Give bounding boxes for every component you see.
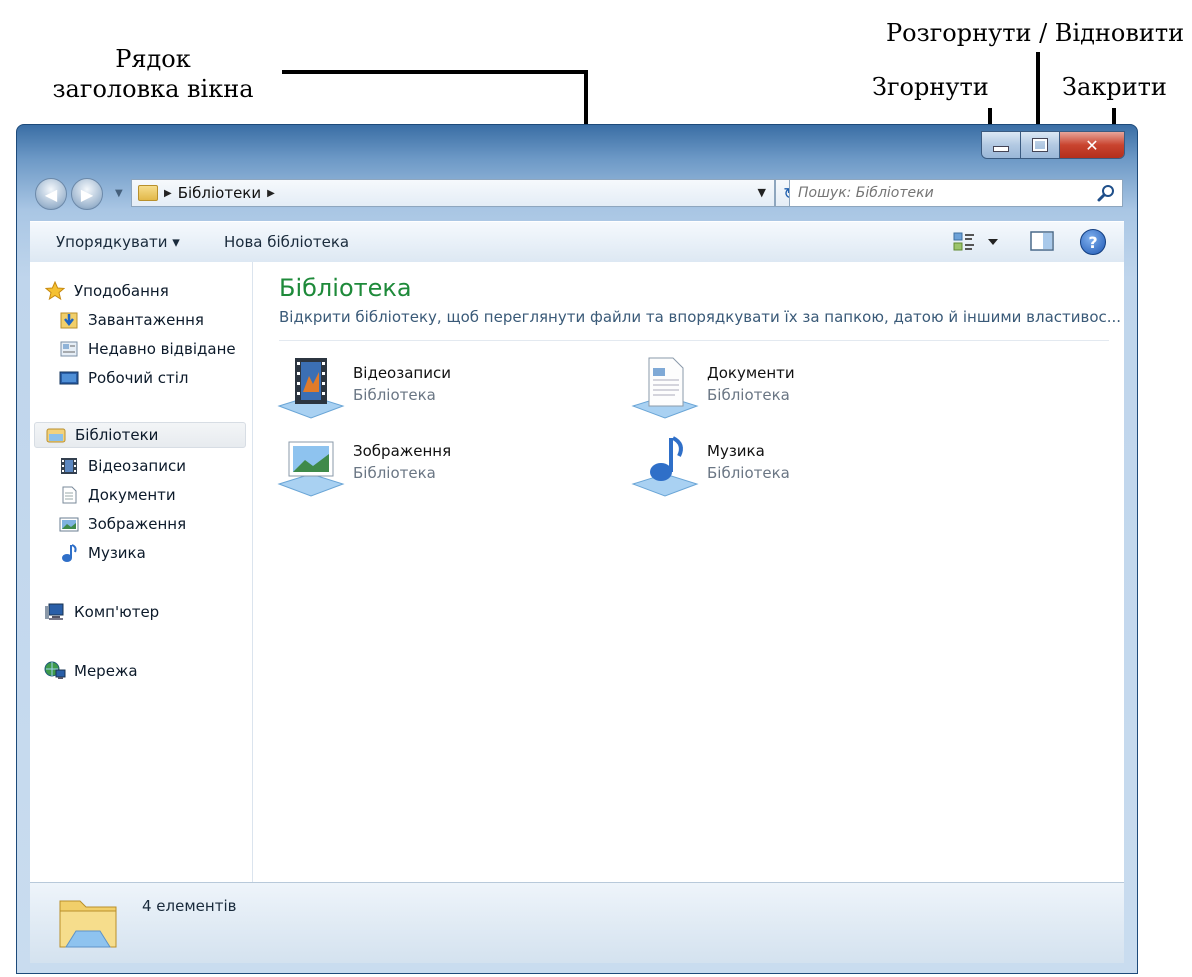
title-bar[interactable]: ✕ <box>17 125 1137 167</box>
library-item-name: Музика <box>707 442 765 460</box>
organize-label: Упорядкувати <box>56 233 168 251</box>
downloads-icon <box>58 310 80 330</box>
library-item-name: Документи <box>707 364 795 382</box>
sidebar-item-label: Бібліотеки <box>75 426 159 444</box>
sidebar-item-label: Комп'ютер <box>74 603 160 621</box>
help-icon: ? <box>1088 232 1098 252</box>
sidebar-item-downloads[interactable]: Завантаження <box>58 307 204 333</box>
sidebar-item-label: Музика <box>88 544 146 562</box>
preview-pane-icon[interactable] <box>1030 230 1054 252</box>
sidebar-item-computer[interactable]: Комп'ютер <box>44 599 159 625</box>
computer-icon <box>44 602 66 622</box>
music-icon <box>58 543 80 563</box>
sidebar-item-label: Уподобання <box>74 282 169 300</box>
sidebar-item-documents[interactable]: Документи <box>58 482 176 508</box>
library-item-documents[interactable]: Документи Бібліотека <box>631 354 951 424</box>
documents-icon <box>58 485 80 505</box>
leader-line-title-h <box>282 70 588 74</box>
sidebar-item-label: Завантаження <box>88 311 204 329</box>
chevron-down-icon: ▾ <box>172 233 180 251</box>
page-title: Бібліотека <box>279 274 412 302</box>
item-count: 4 елементів <box>142 897 237 915</box>
sidebar-item-network[interactable]: Мережа <box>44 658 138 684</box>
library-item-name: Зображення <box>353 442 452 460</box>
sidebar-item-label: Недавно відвідане <box>88 340 236 358</box>
sidebar-item-videos[interactable]: Відеозаписи <box>58 453 186 479</box>
details-pane: 4 елементів <box>30 882 1124 963</box>
breadcrumb-chevron-icon[interactable]: ▶ <box>267 188 275 199</box>
videos-icon <box>58 456 80 476</box>
close-button[interactable]: ✕ <box>1060 132 1124 158</box>
new-library-button[interactable]: Нова бібліотека <box>224 233 349 251</box>
address-bar[interactable]: ▶ Бібліотеки ▶ ▼ <box>131 179 775 207</box>
documents-library-icon <box>631 357 699 419</box>
forward-arrow-icon: ▶ <box>80 184 94 204</box>
caption-buttons: ✕ <box>981 131 1125 159</box>
network-icon <box>44 661 66 681</box>
recent-places-icon <box>58 339 80 359</box>
divider <box>279 340 1109 341</box>
explorer-window: ✕ ◀ ▶ ▼ ▶ Бібліотеки ▶ ▼ ↻ Упорядкувати … <box>16 124 1138 974</box>
address-dropdown-icon[interactable]: ▼ <box>758 186 766 199</box>
back-arrow-icon: ◀ <box>44 184 58 204</box>
breadcrumb-chevron-icon[interactable]: ▶ <box>164 188 172 199</box>
sidebar-item-label: Зображення <box>88 515 187 533</box>
sidebar-item-label: Документи <box>88 486 176 504</box>
pictures-library-icon <box>277 441 345 497</box>
forward-button[interactable]: ▶ <box>71 178 103 210</box>
library-item-type: Бібліотека <box>707 386 790 404</box>
back-button[interactable]: ◀ <box>35 178 67 210</box>
library-item-name: Відеозаписи <box>353 364 451 382</box>
change-view-icon[interactable] <box>952 230 1002 254</box>
annotation-close: Закрити <box>1062 73 1167 101</box>
sidebar-item-label: Відеозаписи <box>88 457 186 475</box>
sidebar-item-favorites[interactable]: Уподобання <box>44 278 169 304</box>
sidebar-item-desktop[interactable]: Робочий стіл <box>58 365 189 391</box>
navigation-bar: ◀ ▶ ▼ ▶ Бібліотеки ▶ ▼ ↻ <box>31 175 1123 211</box>
close-icon: ✕ <box>1085 135 1099 155</box>
library-item-type: Бібліотека <box>353 386 436 404</box>
search-icon[interactable] <box>1096 183 1116 203</box>
content-pane: Бібліотека Відкрити бібліотеку, щоб пере… <box>253 262 1124 882</box>
breadcrumb-libraries[interactable]: Бібліотеки <box>178 184 261 202</box>
libraries-folder-icon <box>138 185 158 201</box>
leader-line-title-v <box>584 70 588 130</box>
library-item-music[interactable]: Музика Бібліотека <box>631 432 951 502</box>
star-icon <box>44 281 66 301</box>
navigation-pane: Уподобання Завантаження Недавно відвідан… <box>30 262 253 882</box>
music-library-icon <box>631 436 699 497</box>
search-box[interactable] <box>789 179 1123 207</box>
videos-library-icon <box>277 358 345 419</box>
library-item-type: Бібліотека <box>707 464 790 482</box>
library-item-videos[interactable]: Відеозаписи Бібліотека <box>277 354 597 424</box>
page-description: Відкрити бібліотеку, щоб переглянути фай… <box>279 308 1122 326</box>
library-item-pictures[interactable]: Зображення Бібліотека <box>277 432 597 502</box>
library-item-type: Бібліотека <box>353 464 436 482</box>
annotation-maximize-restore: Розгорнути / Відновити <box>886 19 1185 47</box>
minimize-icon <box>993 146 1009 152</box>
maximize-restore-button[interactable] <box>1021 132 1060 158</box>
help-button[interactable]: ? <box>1080 229 1106 255</box>
sidebar-item-label: Мережа <box>74 662 138 680</box>
desktop-icon <box>58 368 80 388</box>
annotation-minimize: Згорнути <box>872 73 989 101</box>
sidebar-item-recent-places[interactable]: Недавно відвідане <box>58 336 236 362</box>
libraries-icon <box>45 425 67 445</box>
annotation-title-bar: Рядок заголовка вікна <box>52 45 254 103</box>
pictures-icon <box>58 514 80 534</box>
organize-button[interactable]: Упорядкувати ▾ <box>56 233 180 251</box>
maximize-icon <box>1032 138 1048 152</box>
command-bar: Упорядкувати ▾ Нова бібліотека ? <box>30 221 1124 263</box>
search-input[interactable] <box>790 184 1090 202</box>
minimize-button[interactable] <box>982 132 1021 158</box>
sidebar-item-pictures[interactable]: Зображення <box>58 511 186 537</box>
recent-pages-dropdown-icon[interactable]: ▼ <box>115 188 123 199</box>
sidebar-item-libraries[interactable]: Бібліотеки <box>34 422 246 448</box>
sidebar-item-music[interactable]: Музика <box>58 540 146 566</box>
sidebar-item-label: Робочий стіл <box>88 369 189 387</box>
window-body: Уподобання Завантаження Недавно відвідан… <box>30 262 1124 882</box>
libraries-folder-icon <box>59 900 117 948</box>
